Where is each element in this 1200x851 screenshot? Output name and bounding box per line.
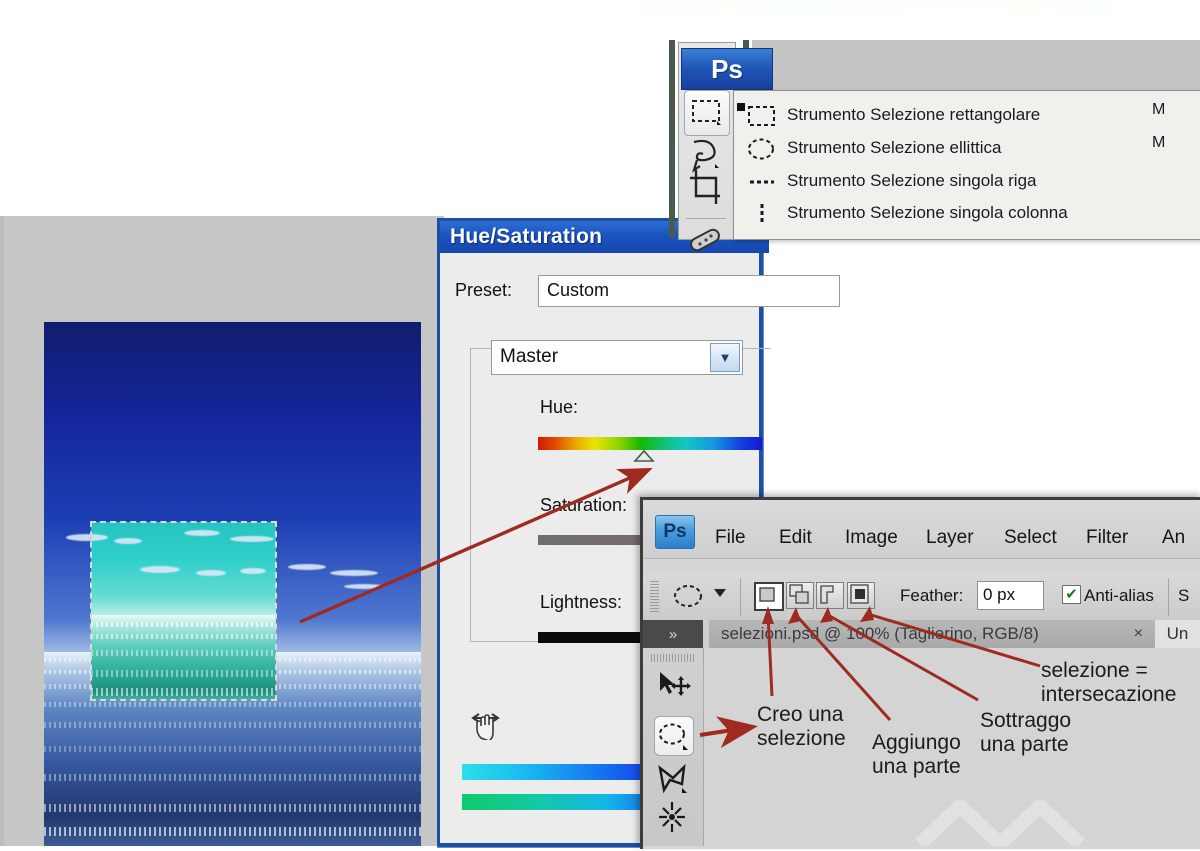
options-separator <box>740 578 741 616</box>
options-trailing-label: S <box>1178 586 1190 605</box>
new-selection-icon[interactable] <box>754 582 784 611</box>
flyout-item-label: Strumento Selezione singola riga <box>787 170 1037 190</box>
saturation-slider-label: Saturation: <box>540 495 628 515</box>
lightness-slider-label: Lightness: <box>540 592 623 612</box>
rectangular-marquee-icon[interactable] <box>684 90 730 136</box>
document-tab[interactable]: selezioni.psd @ 100% (Taglierino, RGB/8)… <box>709 620 1161 648</box>
feather-label: Feather: <box>900 586 964 605</box>
desktop-left-edge <box>0 216 4 846</box>
chevron-double-right-icon[interactable]: » <box>643 620 703 648</box>
annotation-sottraggo-una-parte: Sottraggo una parte <box>980 709 1071 756</box>
healing-brush-icon[interactable] <box>684 220 728 264</box>
annotation-creo-una-selezione: Creo una selezione <box>757 703 846 750</box>
flyout-rail-left <box>669 40 675 238</box>
elliptical-marquee-icon <box>745 137 779 159</box>
annotation-line: Aggiungo <box>872 731 961 754</box>
annotation-line: selezione = <box>1041 659 1148 682</box>
selection-marquee-white <box>90 521 277 701</box>
sea-glitter <box>44 774 421 781</box>
sea-glitter <box>44 746 421 752</box>
flyout-item-elliptical-marquee[interactable]: Strumento Selezione ellittica <box>745 131 1002 164</box>
document-tab-next[interactable]: Un <box>1155 620 1200 648</box>
flyout-item-single-row-marquee[interactable]: Strumento Selezione singola riga <box>745 164 1036 197</box>
flyout-item-label: Strumento Selezione singola colonna <box>787 202 1068 222</box>
tools-panel-grip[interactable] <box>651 654 695 662</box>
single-column-marquee-icon <box>745 202 779 224</box>
channel-select-value: Master <box>500 346 559 367</box>
elliptical-marquee-icon[interactable] <box>654 716 694 756</box>
menu-image[interactable]: Image <box>845 527 898 549</box>
magic-wand-icon[interactable] <box>654 798 692 836</box>
options-bar-grip[interactable] <box>650 581 659 613</box>
menu-analysis[interactable]: An <box>1162 527 1185 549</box>
cloud <box>288 564 326 570</box>
move-icon[interactable] <box>654 668 692 706</box>
sea-glitter <box>44 827 421 836</box>
hand-scrub-icon[interactable] <box>470 706 504 742</box>
menu-edit[interactable]: Edit <box>779 527 812 549</box>
cloud <box>344 584 384 589</box>
annotation-line: una parte <box>980 732 1069 756</box>
crop-icon[interactable] <box>684 166 728 210</box>
annotation-aggiungo-una-parte: Aggiungo una parte <box>872 731 961 778</box>
annotation-line: Creo una <box>757 703 844 726</box>
hue-slider-label: Hue: <box>540 397 579 417</box>
menu-select[interactable]: Select <box>1004 527 1057 549</box>
canvas-image[interactable] <box>44 322 421 846</box>
close-icon[interactable]: × <box>1134 625 1143 643</box>
photoshop-logo-flyout: Ps <box>681 48 773 90</box>
elliptical-marquee-icon[interactable] <box>672 583 704 609</box>
top-watermark-fringe <box>640 0 1110 12</box>
annotation-line: una parte <box>872 754 961 778</box>
flyout-item-single-column-marquee[interactable]: Strumento Selezione singola colonna <box>745 196 1068 229</box>
sea-glitter <box>44 722 421 728</box>
bottom-watermark <box>900 796 1160 851</box>
preset-label: Preset: <box>455 280 513 300</box>
sea-glitter <box>44 702 421 707</box>
caret-down-icon[interactable] <box>714 589 726 597</box>
subtract-from-selection-icon[interactable] <box>816 582 844 609</box>
antialias-checkbox[interactable]: ✔ <box>1062 585 1081 604</box>
annotation-line: intersecazione <box>1041 682 1177 706</box>
single-row-marquee-icon <box>745 170 779 192</box>
annotation-line: Sottraggo <box>980 709 1072 732</box>
intersect-selection-icon[interactable] <box>847 582 875 609</box>
document-tab-label: selezioni.psd @ 100% (Taglierino, RGB/8) <box>721 624 1039 643</box>
annotation-line: selezione <box>757 726 846 750</box>
menu-filter[interactable]: Filter <box>1086 527 1128 549</box>
options-separator <box>1168 578 1169 616</box>
add-to-selection-icon[interactable] <box>786 582 814 609</box>
flyout-item-rectangular-marquee[interactable]: Strumento Selezione rettangolare <box>745 98 1040 131</box>
polygonal-lasso-icon[interactable] <box>654 760 692 798</box>
annotation-selezione-intersecazione: selezione = intersecazione <box>1041 659 1176 706</box>
menu-layer[interactable]: Layer <box>926 527 974 549</box>
flyout-item-label: Strumento Selezione rettangolare <box>787 104 1041 124</box>
sea-glitter <box>44 804 421 812</box>
feather-value: 0 px <box>983 585 1016 604</box>
flyout-top-strip <box>752 40 1200 91</box>
rectangular-marquee-icon <box>745 104 779 126</box>
flyout-item-label: Strumento Selezione ellittica <box>787 137 1002 157</box>
flyout-item-shortcut: M <box>1152 134 1166 151</box>
flyout-item-shortcut: M <box>1152 101 1166 118</box>
chevron-down-icon[interactable]: ▼ <box>710 343 740 372</box>
photoshop-logo: Ps <box>655 515 695 549</box>
antialias-label: Anti-alias <box>1084 586 1154 605</box>
menu-file[interactable]: File <box>715 527 746 549</box>
selected-tool-bullet <box>737 103 745 111</box>
tool-divider <box>686 218 726 219</box>
preset-value: Custom <box>547 280 610 300</box>
cloud <box>330 570 378 576</box>
